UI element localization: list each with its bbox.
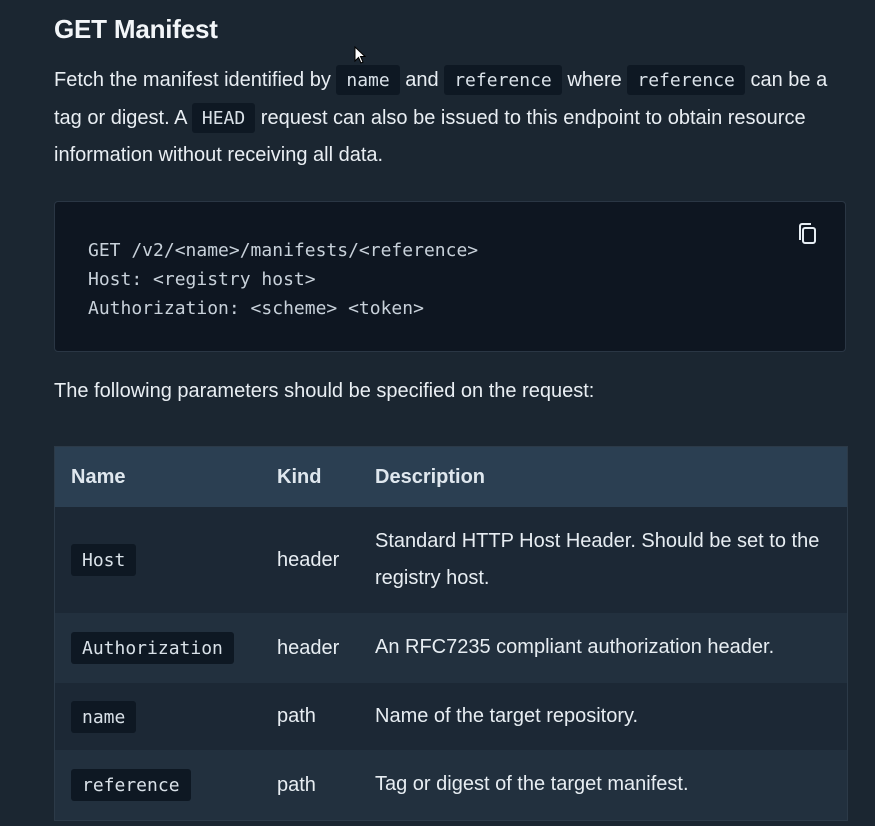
param-name-cell: Host: [54, 507, 261, 613]
parameters-table: Name Kind Description Host header Standa…: [54, 446, 848, 821]
param-name: Authorization: [71, 632, 234, 664]
intro-text-1: Fetch the manifest identified by: [54, 69, 337, 91]
table-row: reference path Tag or digest of the targ…: [54, 750, 848, 821]
table-row: name path Name of the target repository.: [54, 683, 848, 750]
params-lead-text: The following parameters should be speci…: [54, 380, 595, 402]
copy-icon: [799, 223, 816, 244]
column-header-description: Description: [359, 446, 848, 507]
section-title: GET Manifest: [54, 14, 218, 44]
param-name-cell: name: [54, 683, 261, 750]
code-name: name: [336, 65, 400, 95]
code-block-text[interactable]: GET /v2/<name>/manifests/<reference> Hos…: [88, 236, 478, 323]
table-row: Authorization header An RFC7235 complian…: [54, 613, 848, 683]
mouse-cursor-icon: [354, 46, 366, 64]
param-kind: path: [261, 683, 359, 750]
param-description: An RFC7235 compliant authorization heade…: [359, 613, 848, 683]
column-header-kind: Kind: [261, 446, 359, 507]
intro-text-2: and: [399, 69, 445, 91]
table-header-row: Name Kind Description: [54, 446, 848, 507]
param-description: Tag or digest of the target manifest.: [359, 750, 848, 821]
param-kind: header: [261, 613, 359, 683]
intro-paragraph: Fetch the manifest identified by name an…: [54, 62, 854, 175]
code-head: HEAD: [191, 102, 256, 133]
intro-text-3: where: [561, 69, 628, 91]
param-name-cell: reference: [54, 750, 261, 821]
param-description: Standard HTTP Host Header. Should be set…: [359, 507, 848, 613]
table-row: Host header Standard HTTP Host Header. S…: [54, 507, 848, 613]
param-name: Host: [71, 544, 137, 576]
param-kind: path: [261, 750, 359, 821]
param-name: reference: [71, 769, 191, 801]
param-name-cell: Authorization: [54, 613, 261, 683]
code-reference-2: reference: [627, 65, 745, 95]
copy-button[interactable]: [795, 222, 819, 248]
param-name: name: [71, 700, 137, 733]
param-description: Name of the target repository.: [359, 683, 848, 750]
column-header-name: Name: [54, 446, 261, 507]
param-kind: header: [261, 507, 359, 613]
code-block: GET /v2/<name>/manifests/<reference> Hos…: [54, 201, 846, 352]
code-reference: reference: [444, 65, 562, 95]
